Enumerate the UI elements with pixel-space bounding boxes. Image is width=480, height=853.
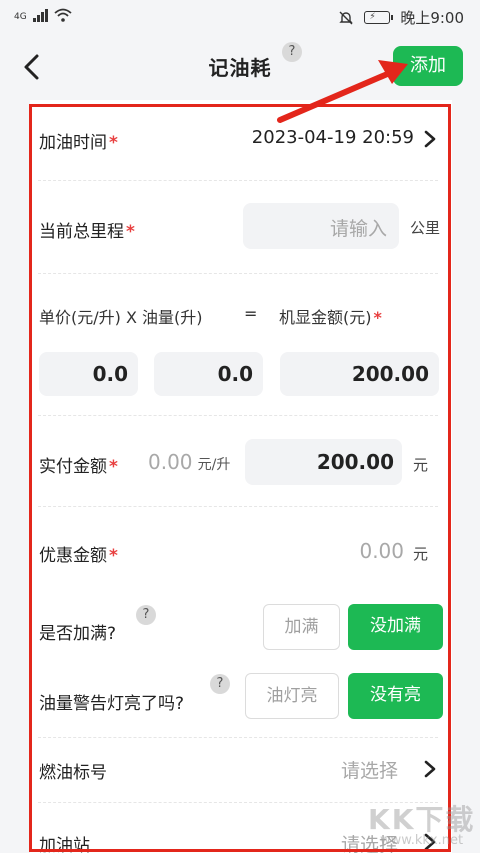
refuel-time-value[interactable]: 2023-04-19 20:59 xyxy=(252,127,414,148)
paid-amount-label: 实付金额 * xyxy=(39,457,118,477)
unit-price-header: 单价(元/升) xyxy=(39,308,121,327)
nav-bar: 记油耗 ? 添加 xyxy=(0,34,480,100)
machine-amount-value: 200.00 xyxy=(351,362,429,386)
paid-amount-value: 200.00 xyxy=(316,450,394,474)
equals-sign: = xyxy=(244,304,258,323)
volume-header: 油量(升) xyxy=(142,308,203,327)
times-sign: X xyxy=(125,308,137,327)
status-time: 晚上9:00 xyxy=(400,9,464,27)
paid-per-liter-unit: 元/升 xyxy=(197,457,231,473)
watermark-logo: KK下载 xyxy=(368,803,476,836)
discount-value[interactable]: 0.00 xyxy=(359,539,404,563)
warning-light-label: 油量警告灯亮了吗? xyxy=(39,694,185,714)
fuel-grade-placeholder: 请选择 xyxy=(340,760,398,782)
mute-bell-icon xyxy=(339,11,354,24)
paid-unit: 元 xyxy=(413,456,429,474)
watermark-url: www.kkx.net xyxy=(380,833,464,848)
paid-per-liter-value: 0.00 xyxy=(148,450,193,474)
signal-icon xyxy=(32,9,48,22)
full-tank-label: 是否加满? xyxy=(39,624,117,644)
wifi-icon xyxy=(54,8,72,22)
refuel-time-row[interactable]: 加油时间 * 2023-04-19 20:59 xyxy=(30,100,452,180)
machine-amount-header: 机显金额(元) * xyxy=(279,308,382,327)
warning-light-row: 油量警告灯亮了吗? ? 油灯亮 没有亮 xyxy=(30,661,452,737)
odometer-label: 当前总里程 * xyxy=(39,222,135,242)
station-label: 加油站 xyxy=(39,836,90,853)
price-header-row: 单价(元/升) X 油量(升) = 机显金额(元) * xyxy=(30,274,452,344)
help-icon[interactable]: ? xyxy=(136,605,156,625)
volume-input[interactable]: 0.0 xyxy=(154,352,263,396)
full-tank-yes-button[interactable]: 加满 xyxy=(263,604,340,650)
full-tank-no-button[interactable]: 没加满 xyxy=(348,604,443,650)
paid-per-liter: 0.00 元/升 xyxy=(148,450,230,474)
paid-amount-row: 实付金额 * 0.00 元/升 200.00 元 xyxy=(30,416,452,506)
add-button[interactable]: 添加 xyxy=(393,46,463,86)
odometer-unit: 公里 xyxy=(410,219,441,237)
paid-amount-input[interactable]: 200.00 xyxy=(245,439,402,485)
warning-light-on-button[interactable]: 油灯亮 xyxy=(245,673,339,719)
chevron-right-icon xyxy=(424,130,436,148)
status-right: ⚡ 晚上9:00 xyxy=(338,7,464,28)
odometer-row: 当前总里程 * 请输入 公里 xyxy=(30,181,452,273)
help-icon[interactable]: ? xyxy=(210,674,230,694)
status-left: 4G xyxy=(14,8,72,22)
status-bar: 4G ⚡ 晚上9:00 xyxy=(0,0,480,34)
discount-row: 优惠金额 * 0.00 元 xyxy=(30,507,452,593)
full-tank-row: 是否加满? ? 加满 没加满 xyxy=(30,593,452,661)
help-icon[interactable]: ? xyxy=(282,42,302,62)
discount-label: 优惠金额 * xyxy=(39,546,118,566)
price-values-row: 0.0 0.0 200.00 xyxy=(30,344,452,414)
fuel-grade-label: 燃油标号 xyxy=(39,763,107,783)
machine-amount-input[interactable]: 200.00 xyxy=(280,352,439,396)
refuel-time-label: 加油时间 * xyxy=(39,133,118,153)
odometer-input[interactable]: 请输入 xyxy=(243,203,399,249)
volume-value: 0.0 xyxy=(217,362,253,386)
fuel-grade-row[interactable]: 燃油标号 请选择 xyxy=(30,738,452,802)
unit-price-value: 0.0 xyxy=(92,362,128,386)
chevron-right-icon xyxy=(424,760,436,778)
odometer-placeholder: 请输入 xyxy=(329,218,387,240)
warning-light-off-button[interactable]: 没有亮 xyxy=(348,673,443,719)
network-type: 4G xyxy=(14,12,27,22)
unit-price-input[interactable]: 0.0 xyxy=(39,352,138,396)
discount-unit: 元 xyxy=(413,545,429,563)
battery-icon: ⚡ xyxy=(364,11,394,24)
refuel-form-card: 加油时间 * 2023-04-19 20:59 当前总里程 * 请输入 公里 单价(… xyxy=(30,100,452,853)
